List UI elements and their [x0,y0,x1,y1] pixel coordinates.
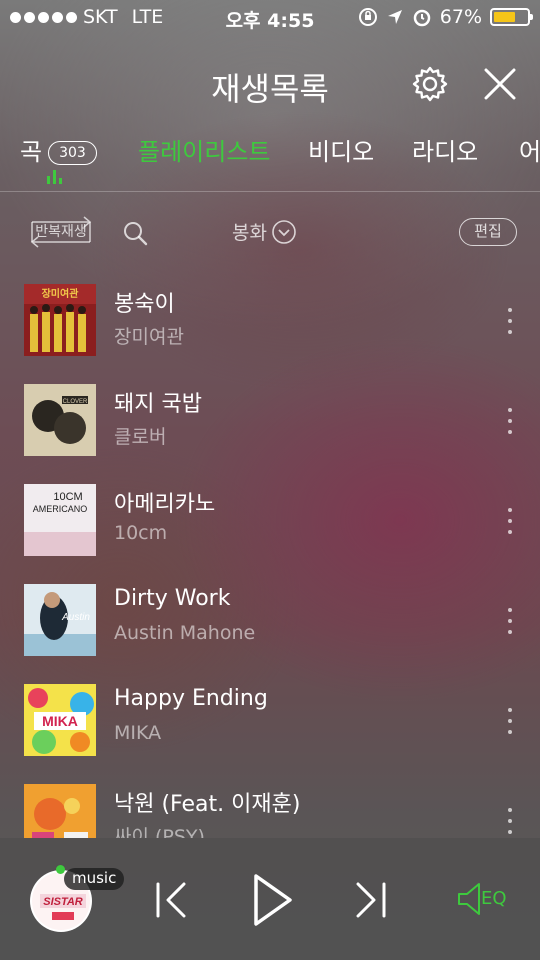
page-title: 재생목록 [211,70,329,108]
tab-songs[interactable]: 곡 303 [20,132,97,167]
album-art [24,784,96,838]
search-icon[interactable] [120,218,150,248]
battery-percent: 67% [439,6,482,28]
repeat-button[interactable]: 반복재생 [26,214,96,250]
svg-text:Austin: Austin [61,612,90,623]
previous-icon[interactable] [152,878,192,922]
list-toolbar: 반복재생 봉화 편집 [0,210,540,254]
battery-level [494,12,516,22]
list-item[interactable]: Austin Dirty Work Austin Mahone [0,570,540,670]
album-art: 장미여관 [24,284,96,356]
sort-dropdown[interactable]: 봉화 [232,218,297,245]
tab-playlists[interactable]: 플레이리스트 [138,132,270,167]
more-options-icon[interactable] [504,408,516,434]
more-options-icon[interactable] [504,308,516,334]
list-item[interactable]: 장미여관 봉숙이 장미여관 [0,270,540,370]
song-artist: MIKA [114,722,162,744]
tab-more[interactable]: 어 [519,132,540,167]
gear-icon[interactable] [410,64,450,104]
song-artist: 10cm [114,522,168,544]
svg-text:MIKA: MIKA [42,713,78,729]
close-icon[interactable] [480,64,520,104]
battery-icon [490,8,533,26]
list-item[interactable]: 낙원 (Feat. 이재훈) 싸이 (PSY) [0,770,540,838]
song-count-badge: 303 [48,141,97,165]
album-art: Austin [24,584,96,656]
song-artist: 장미여관 [114,326,184,348]
svg-text:10CM: 10CM [53,491,82,503]
list-item[interactable]: CLOVER 돼지 국밥 클로버 [0,370,540,470]
chevron-down-icon [272,219,296,244]
next-icon[interactable] [350,878,390,922]
song-artist: 싸이 (PSY) [114,826,205,838]
song-title: 낙원 (Feat. 이재훈) [114,792,301,817]
song-title: 돼지 국밥 [114,392,202,417]
now-playing-bars-icon [47,170,62,184]
tab-bar: 곡 303 플레이리스트 비디오 라디오 어 [0,126,540,192]
album-art: 10CM AMERICANO [24,484,96,556]
play-icon[interactable] [248,870,296,930]
song-artist: Austin Mahone [114,622,256,644]
tab-videos[interactable]: 비디오 [308,132,374,167]
mini-player: SISTAR music EQ [0,838,540,960]
svg-text:AMERICANO: AMERICANO [33,504,88,514]
sort-label: 봉화 [232,222,267,244]
eq-button[interactable]: EQ [455,880,515,918]
more-options-icon[interactable] [504,808,516,834]
list-item[interactable]: 10CM AMERICANO 아메리카노 10cm [0,470,540,570]
svg-text:CLOVER: CLOVER [63,399,88,405]
song-title: 봉숙이 [114,292,175,317]
more-options-icon[interactable] [504,708,516,734]
repeat-label: 반복재생 [35,224,87,240]
playing-indicator-dot [56,865,65,874]
song-title: Happy Ending [114,686,268,711]
tab-songs-label: 곡 [20,138,43,166]
svg-text:SISTAR: SISTAR [43,896,83,908]
music-badge: music [64,868,125,890]
song-title: 아메리카노 [114,492,216,517]
more-options-icon[interactable] [504,508,516,534]
header: 재생목록 [0,54,540,114]
orientation-lock-icon [358,8,377,26]
eq-label: EQ [481,888,507,909]
album-art: CLOVER [24,384,96,456]
song-list: 장미여관 봉숙이 장미여관 CLOVER 돼지 국밥 클로버 10CM AMER… [0,270,540,838]
location-icon [387,10,402,24]
status-right: 67% [358,6,533,28]
album-art: MIKA [24,684,96,756]
song-title: Dirty Work [114,586,231,611]
svg-text:장미여관: 장미여관 [42,287,80,300]
tab-radio[interactable]: 라디오 [412,132,478,167]
edit-button[interactable]: 편집 [459,218,517,246]
list-item[interactable]: MIKA Happy Ending MIKA [0,670,540,770]
alarm-icon [413,9,431,27]
status-bar: SKT LTE 오후 4:55 67% [0,0,540,36]
song-artist: 클로버 [114,426,167,448]
more-options-icon[interactable] [504,608,516,634]
